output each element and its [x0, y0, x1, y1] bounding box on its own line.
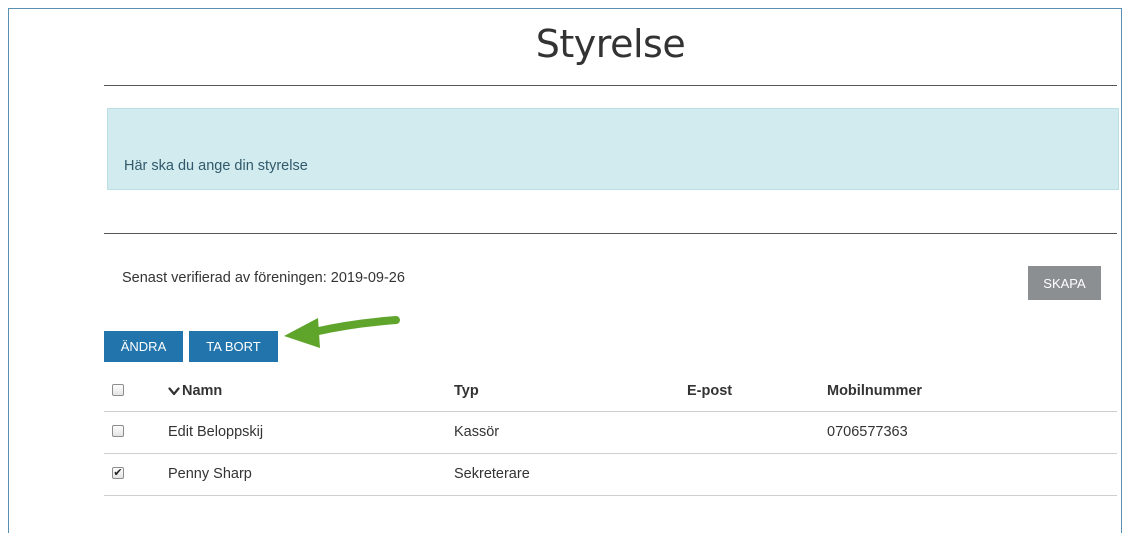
board-table: Namn Typ E-post Mobilnummer Edit Belopps… [104, 371, 1117, 496]
table-row[interactable]: Edit Beloppskij Kassör 0706577363 [104, 412, 1117, 454]
column-header-mobile[interactable]: Mobilnummer [827, 383, 922, 399]
title-divider [104, 85, 1117, 86]
column-header-label: Namn [182, 383, 223, 399]
column-header-type[interactable]: Typ [454, 383, 479, 399]
column-header-email[interactable]: E-post [687, 383, 732, 399]
checkbox-box: ✔ [112, 466, 124, 479]
checkbox-box [112, 425, 124, 437]
row-checkbox[interactable] [112, 425, 124, 437]
table-header-row: Namn Typ E-post Mobilnummer [104, 371, 1117, 412]
cell-name: Edit Beloppskij [168, 424, 264, 440]
cell-type: Sekreterare [454, 466, 530, 482]
delete-button[interactable]: TA BORT [189, 331, 278, 362]
create-button[interactable]: SKAPA [1028, 266, 1101, 300]
chevron-down-icon [168, 387, 180, 396]
cell-name: Penny Sharp [168, 466, 252, 482]
row-checkbox[interactable]: ✔ [112, 467, 124, 479]
column-header-name[interactable]: Namn [168, 383, 222, 399]
edit-button[interactable]: ÄNDRA [104, 331, 183, 362]
cell-mobile: 0706577363 [827, 424, 908, 440]
cell-type: Kassör [454, 424, 500, 440]
info-panel: Här ska du ange din styrelse [107, 108, 1119, 190]
page-title: Styrelse [535, 22, 686, 66]
verified-text: Senast verifierad av föreningen: 2019-09… [122, 270, 405, 286]
green-arrow-icon [284, 316, 400, 348]
info-text: Här ska du ange din styrelse [124, 158, 308, 174]
section-divider [104, 233, 1117, 234]
table-row[interactable]: ✔ Penny Sharp Sekreterare [104, 454, 1117, 496]
select-all-checkbox[interactable] [112, 384, 124, 396]
